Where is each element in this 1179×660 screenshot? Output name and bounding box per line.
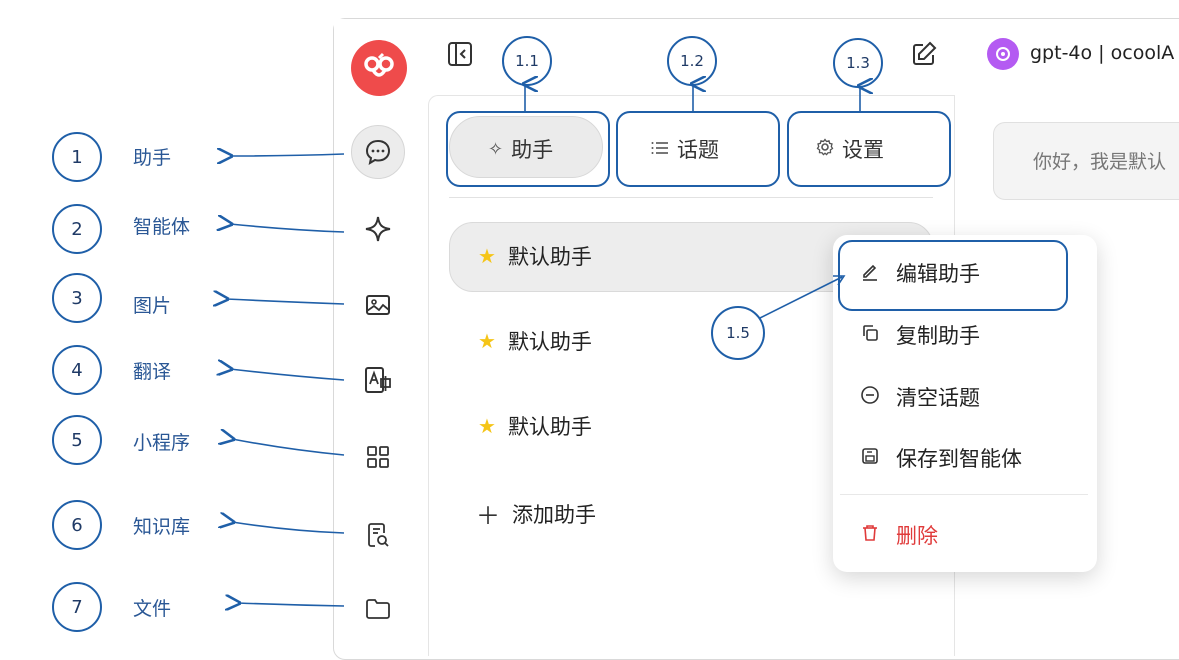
arrow-image	[226, 299, 345, 304]
arrow-edit-assistant-line	[759, 276, 843, 319]
arrow-files	[238, 603, 345, 606]
arrow-assistant	[230, 154, 345, 156]
arrow-translate	[230, 369, 345, 381]
arrow-knowledge	[232, 522, 345, 534]
arrow-agents	[230, 224, 345, 233]
arrow-miniapp	[232, 439, 345, 456]
annotation-arrows	[0, 0, 1179, 649]
